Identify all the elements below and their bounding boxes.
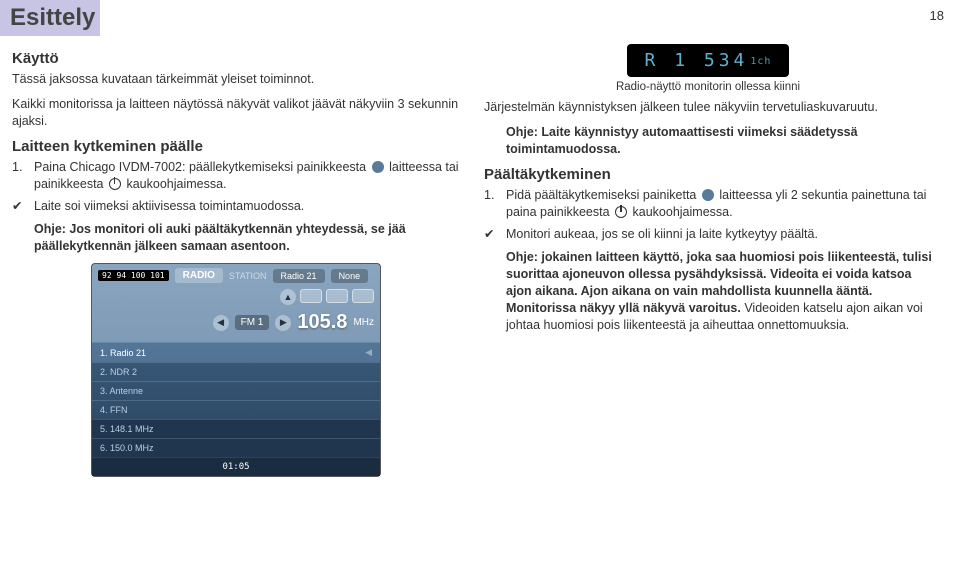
result-text: Monitori aukeaa, jos se oli kiinni ja la…	[506, 226, 932, 243]
preset-label: 1. Radio 21	[100, 348, 146, 358]
preset-6: 6. 150.0 MHz	[92, 438, 380, 457]
radio-top-bar: 92 94 100 101 RADIO STATION Radio 21 Non…	[92, 264, 380, 287]
lcd-suffix: 1ch	[750, 56, 771, 67]
checkmark-icon: ✔	[12, 198, 34, 215]
intro-text-1: Tässä jaksossa kuvataan tärkeimmät yleis…	[12, 71, 460, 88]
fm-display: ◀ FM 1 ▶ 105.8 MHz	[92, 307, 380, 342]
power-off-result: ✔ Monitori aukeaa, jos se oli kiinni ja …	[484, 226, 932, 243]
power-icon	[109, 178, 121, 190]
off-text-a: Pidä päältäkytkemiseksi painiketta	[506, 188, 696, 202]
lcd-display: R 1 5341ch	[627, 44, 790, 77]
freq-strip: 92 94 100 101	[98, 270, 169, 281]
mini-button-1	[300, 289, 322, 303]
radio-screenshot: 92 94 100 101 RADIO STATION Radio 21 Non…	[91, 263, 381, 477]
on-text-c: kauko­ohjaimessa.	[126, 177, 226, 191]
station-word: STATION	[229, 271, 267, 281]
preset-2: 2. NDR 2	[92, 362, 380, 381]
checkmark-icon: ✔	[484, 226, 506, 243]
power-on-step-1: 1. Paina Chicago IVDM-7002: päällekytkem…	[12, 159, 460, 193]
station-name-display: Radio 21	[273, 269, 325, 283]
welcome-text: Järjestelmän käynnistyksen jälkeen tulee…	[484, 99, 932, 116]
result-text: Laite soi viimeksi aktiivisessa toiminta…	[34, 198, 460, 215]
preset-list: 1. Radio 21◀ 2. NDR 2 3. Antenne 4. FFN …	[92, 342, 380, 457]
power-on-result: ✔ Laite soi viimeksi aktiivisessa toimin…	[12, 198, 460, 215]
lcd-display-wrap: R 1 5341ch Radio-näyttö monitorin olless…	[484, 44, 932, 93]
content-container: Käyttö Tässä jaksossa kuvataan tärkeimmä…	[0, 44, 960, 495]
preset-1: 1. Radio 21 ◀	[92, 342, 380, 362]
radio-icon-row: ▲	[92, 287, 380, 307]
heading-kaytto: Käyttö	[12, 50, 460, 67]
preset-5: 5. 148.1 MHz	[92, 419, 380, 438]
fm-band: FM 1	[235, 315, 270, 330]
on-text-a: Paina Chicago IVDM-7002: päällekytkemise…	[34, 160, 366, 174]
fm-unit: MHz	[353, 317, 374, 328]
note-monitor: Ohje: Jos monitori oli auki päältäkytken…	[34, 221, 460, 255]
preset-3: 3. Antenne	[92, 381, 380, 400]
lcd-text: R 1 534	[645, 50, 749, 71]
heading-power-on: Laitteen kytkeminen päälle	[12, 138, 460, 155]
preset-arrow-icon: ◀	[365, 347, 372, 358]
left-column: Käyttö Tässä jaksossa kuvataan tärkeimmä…	[0, 44, 472, 485]
none-badge: None	[331, 269, 369, 283]
step-number: 1.	[484, 187, 506, 221]
power-icon	[615, 206, 627, 218]
radio-mode-badge: RADIO	[175, 268, 223, 283]
power-off-step-1: 1. Pidä päältäkytkemiseksi painiketta la…	[484, 187, 932, 221]
preset-4: 4. FFN	[92, 400, 380, 419]
mini-button-2	[326, 289, 348, 303]
up-arrow-icon: ▲	[280, 289, 296, 305]
note-safety: Ohje: jokainen laitteen käyttö, joka saa…	[506, 249, 932, 333]
lcd-caption: Radio-näyttö monitorin ollessa kiinni	[484, 81, 932, 93]
tp-icon	[352, 289, 374, 303]
off-text-c: kauko­ohjaimessa.	[633, 205, 733, 219]
intro-text-2: Kaikki monitorissa ja laitteen näytössä …	[12, 96, 460, 130]
step-number: 1.	[12, 159, 34, 193]
fm-frequency: 105.8	[297, 311, 347, 334]
right-column: R 1 5341ch Radio-näyttö monitorin olless…	[472, 44, 944, 485]
heading-power-off: Päältäkytkeminen	[484, 166, 932, 183]
next-icon: ▶	[275, 315, 291, 331]
step-text: Paina Chicago IVDM-7002: päällekytkemise…	[34, 159, 460, 193]
step-text: Pidä päältäkytkemiseksi painiketta laitt…	[506, 187, 932, 221]
page-title: Esittely	[0, 0, 100, 36]
device-button-icon	[372, 161, 384, 173]
device-button-icon	[702, 189, 714, 201]
radio-clock: 01:05	[92, 457, 380, 476]
page-number: 18	[930, 8, 944, 23]
note-autostart: Ohje: Laite käynnistyy automaattisesti v…	[506, 124, 932, 158]
prev-icon: ◀	[213, 315, 229, 331]
